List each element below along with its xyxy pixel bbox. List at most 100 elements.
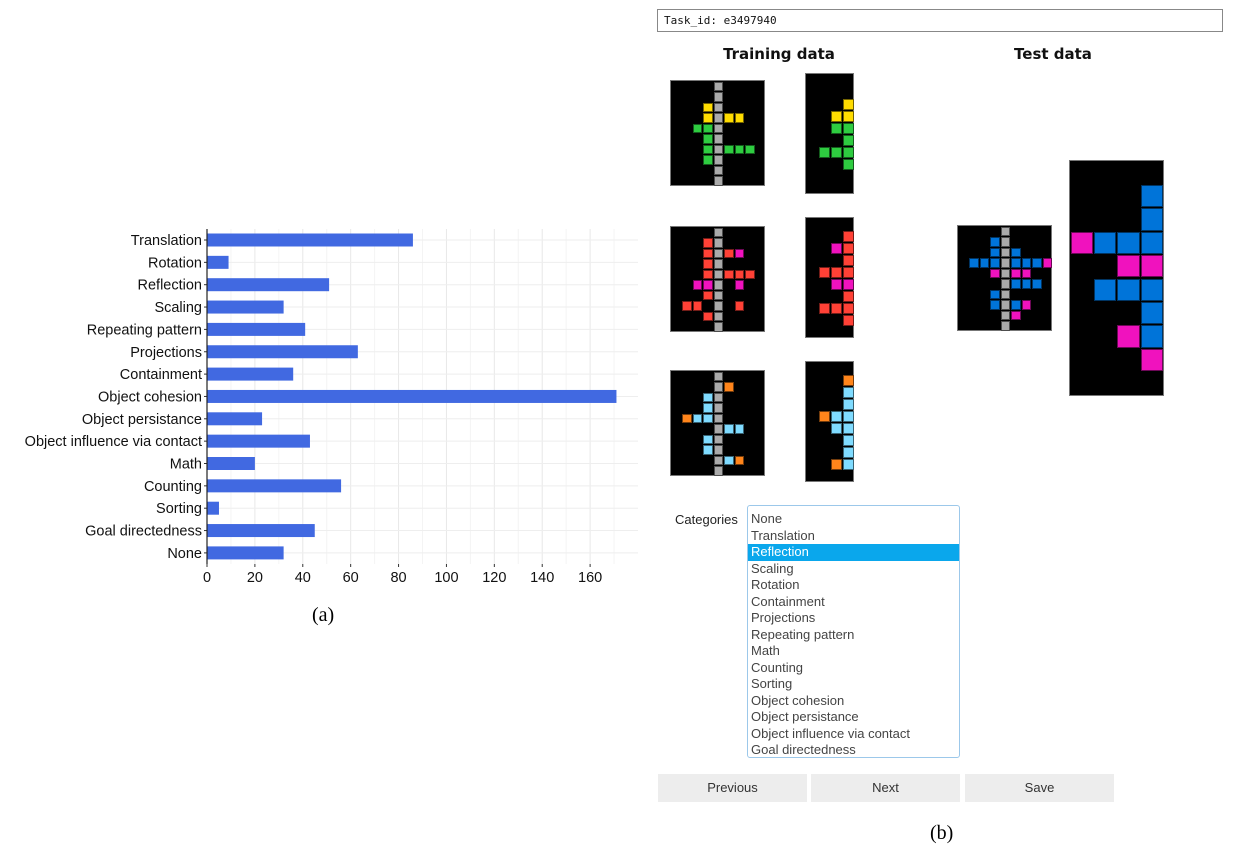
grid-cell [724,144,734,154]
y-tick-label: Rotation [148,255,202,271]
grid-cell [713,403,723,413]
grid-cell [713,102,723,112]
grid-cell [1000,279,1010,289]
grid-cell [1140,231,1164,255]
bar [207,300,284,314]
save-button[interactable]: Save [965,774,1114,802]
y-tick-label: Sorting [156,501,202,517]
category-option[interactable]: Object persistance [748,709,959,726]
x-tick-label: 20 [247,570,263,586]
category-option[interactable]: Containment [748,594,959,611]
train-2-input-grid [670,226,765,332]
grid-cell [1140,184,1164,208]
y-tick-label: None [167,546,202,562]
grid-cell [713,81,723,91]
grid-cell [842,458,854,470]
grid-cell [842,314,854,326]
grid-cell [682,301,692,311]
grid-cell [1093,278,1117,301]
test-output-grid[interactable] [1069,160,1164,396]
previous-button[interactable]: Previous [658,774,807,802]
grid-cell [842,422,854,434]
bar [207,278,330,292]
train-3-input-grid [670,370,765,476]
grid-cell [842,134,854,146]
category-option[interactable]: Repeating pattern [748,627,959,644]
grid-cell [1117,325,1140,348]
grid-cell [703,413,713,423]
grid-cell [734,248,744,258]
next-button[interactable]: Next [811,774,960,802]
grid-cell [842,242,854,254]
grid-cell [713,176,723,186]
grid-cell [703,238,713,248]
train-3-output-grid [805,361,854,482]
grid-cell [1032,279,1042,289]
bar [207,412,263,426]
grid-cell [734,113,744,123]
categories-listbox[interactable]: None Translation Reflection Scaling Rotation… [747,505,960,758]
bar [207,345,358,359]
category-option[interactable]: Scaling [748,561,959,578]
grid-cell [713,144,723,154]
grid-cell [703,102,713,112]
category-option[interactable]: Rotation [748,577,959,594]
grid-cell [818,302,830,314]
category-option[interactable]: Translation [748,528,959,545]
task-id-field[interactable]: Task_id: e3497940 [657,9,1223,32]
grid-cell [713,322,723,332]
grid-cell [713,392,723,402]
grid-cell [703,134,713,144]
bar [207,322,306,336]
grid-cell [734,455,744,465]
grid-cell [703,290,713,300]
grid-cell [713,311,723,321]
grid-cell [830,242,842,254]
grid-cell [1140,278,1164,301]
grid-cell [842,386,854,398]
grid-cell [990,289,1000,299]
category-option[interactable]: Projections [748,610,959,627]
grid-cell [1011,268,1021,278]
category-option[interactable]: Object cohesion [748,693,959,710]
grid-cell [1117,255,1140,278]
train-1-input-grid [670,80,765,186]
grid-cell [713,371,723,381]
grid-cell [1140,208,1164,231]
bar [207,255,229,269]
category-option[interactable]: Object influence via contact [748,726,959,743]
grid-cell [713,113,723,123]
bar [207,501,219,515]
grid-cell [713,238,723,248]
category-option[interactable]: Sorting [748,676,959,693]
categories-label: Categories [675,512,738,527]
grid-cell [713,227,723,237]
y-tick-label: Object cohesion [98,389,202,405]
grid-cell [990,247,1000,257]
grid-cell [842,398,854,410]
training-data-title: Training data [723,45,835,63]
grid-cell [713,301,723,311]
grid-cell [842,110,854,122]
grid-cell [842,254,854,266]
category-option[interactable]: Counting [748,660,959,677]
grid-cell [1140,255,1164,278]
grid-cell [713,259,723,269]
category-option[interactable]: Goal directedness [748,742,959,759]
grid-cell [713,248,723,258]
grid-cell [703,123,713,133]
grid-cell [734,280,744,290]
grid-cell [724,113,734,123]
grid-cell [703,434,713,444]
grid-cell [1011,279,1021,289]
grid-cell [734,424,744,434]
category-option[interactable]: None [748,511,959,528]
grid-cell [842,266,854,278]
grid-cell [830,410,842,422]
grid-cell [703,403,713,413]
grid-cell [830,302,842,314]
category-option[interactable]: Math [748,643,959,660]
grid-cell [842,278,854,290]
grid-cell [724,382,734,392]
category-option[interactable]: Reflection [748,544,959,561]
